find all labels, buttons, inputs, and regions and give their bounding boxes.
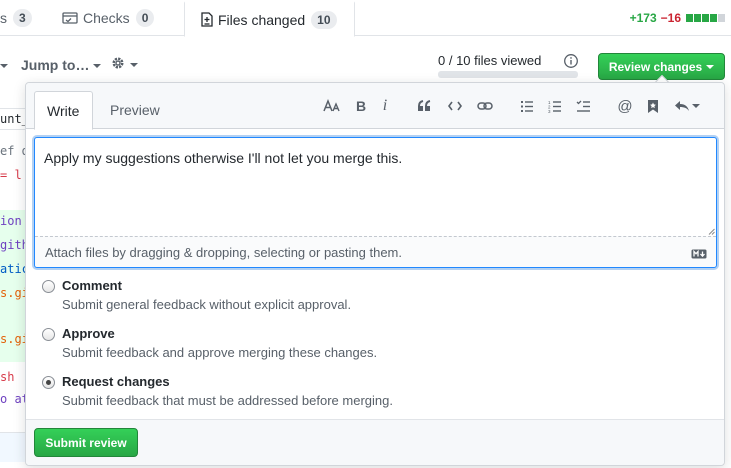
- diffstat-deletions: −16: [660, 11, 681, 25]
- tab-preview-label: Preview: [110, 102, 160, 118]
- files-viewed-progress: [438, 71, 578, 78]
- review-comment-text: Apply my suggestions otherwise I'll not …: [44, 150, 403, 166]
- markdown-icon[interactable]: [691, 246, 707, 262]
- code-line: ion: [0, 210, 26, 234]
- tab-checks-label: Checks: [83, 10, 130, 26]
- bold-icon[interactable]: B: [352, 97, 370, 115]
- radio-request-changes[interactable]: [42, 376, 55, 389]
- diffstat-additions: +173: [629, 11, 657, 25]
- code-line: sh: [0, 370, 26, 390]
- tab-conversation-count: 3: [13, 9, 32, 27]
- numbered-list-icon[interactable]: 123: [546, 97, 564, 115]
- option-description: Submit general feedback without explicit…: [62, 297, 352, 312]
- chevron-down-icon: [93, 64, 102, 69]
- pr-tab-bar: s 3 Checks 0 Files changed 10 +173 −16: [0, 0, 731, 37]
- tab-files-changed-count: 10: [311, 10, 337, 29]
- quote-icon[interactable]: [416, 97, 434, 115]
- code-line: atic: [0, 258, 26, 282]
- diffstat-block: [710, 14, 717, 22]
- task-list-icon[interactable]: [574, 97, 592, 115]
- saved-reply-icon[interactable]: [644, 97, 662, 115]
- radio-approve[interactable]: [42, 328, 55, 341]
- tab-conversation[interactable]: s 3: [0, 0, 32, 36]
- review-changes-label: Review changes: [608, 59, 703, 74]
- gear-icon: [110, 55, 126, 74]
- mention-icon[interactable]: @: [616, 97, 634, 115]
- link-icon[interactable]: [476, 97, 494, 115]
- text-size-icon[interactable]: [322, 97, 342, 115]
- option-description: Submit feedback and approve merging thes…: [62, 345, 378, 360]
- code-line-empty: [0, 432, 26, 462]
- files-viewed-label: 0 / 10 files viewed: [438, 53, 542, 68]
- tab-checks[interactable]: Checks 0: [62, 0, 155, 36]
- svg-text:3: 3: [548, 109, 551, 113]
- review-popover: Write Preview B i 123 @ Apply my suggest…: [25, 82, 725, 466]
- checks-icon: [62, 11, 78, 25]
- info-icon[interactable]: [563, 53, 579, 72]
- editor-header: Write Preview B i 123 @: [26, 83, 724, 130]
- file-attach-dropzone[interactable]: Attach files by dragging & dropping, sel…: [35, 236, 716, 267]
- option-title: Request changes: [62, 374, 170, 389]
- jump-to-label: Jump to…: [21, 57, 90, 73]
- option-title: Comment: [62, 278, 122, 293]
- tab-write-label: Write: [47, 102, 80, 119]
- tab-files-changed-label: Files changed: [218, 11, 306, 28]
- file-diff-icon: [201, 12, 213, 27]
- review-comment-textarea[interactable]: Apply my suggestions otherwise I'll not …: [34, 137, 717, 268]
- submit-review-label: Submit review: [45, 435, 127, 450]
- resize-handle-icon[interactable]: [708, 228, 715, 235]
- code-icon[interactable]: [446, 97, 464, 115]
- diffstat: +173 −16: [630, 11, 725, 25]
- diffstat-block: [718, 14, 725, 22]
- popover-footer: Submit review: [26, 419, 724, 465]
- chevron-down-icon: [130, 62, 138, 67]
- attach-hint: Attach files by dragging & dropping, sel…: [45, 245, 402, 260]
- tab-conversation-label: s: [0, 10, 7, 26]
- chevron-down-icon: [706, 64, 715, 69]
- code-line: gith: [0, 234, 26, 258]
- option-title: Approve: [62, 326, 115, 341]
- code-line: = l: [0, 168, 26, 188]
- bulleted-list-icon[interactable]: [518, 97, 536, 115]
- jump-to-menu[interactable]: Jump to…: [21, 57, 102, 73]
- reply-icon[interactable]: [672, 97, 702, 115]
- code-line: s.gi: [0, 282, 26, 330]
- diffstat-block: [702, 14, 709, 22]
- option-description: Submit feedback that must be addressed b…: [62, 393, 393, 408]
- chevron-down-icon[interactable]: [0, 64, 8, 68]
- diffstat-block: [694, 14, 701, 22]
- diff-code-background: unt_ ef d = l ion gith atic s.gi s.gi sh…: [0, 94, 26, 468]
- chevron-down-icon: [692, 104, 700, 108]
- diff-settings-button[interactable]: [110, 55, 138, 74]
- code-line: unt_: [0, 108, 26, 130]
- code-line: o at: [0, 392, 26, 412]
- radio-comment[interactable]: [42, 280, 55, 293]
- code-line: s.gi: [0, 330, 26, 362]
- diffstat-block: [686, 14, 693, 22]
- submit-review-button[interactable]: Submit review: [34, 428, 138, 457]
- italic-icon[interactable]: i: [376, 97, 394, 115]
- tab-files-changed[interactable]: Files changed 10: [184, 0, 355, 37]
- tab-preview[interactable]: Preview: [98, 91, 172, 129]
- code-line: ef d: [0, 144, 26, 164]
- tab-checks-count: 0: [135, 9, 155, 27]
- tab-write[interactable]: Write: [34, 91, 93, 130]
